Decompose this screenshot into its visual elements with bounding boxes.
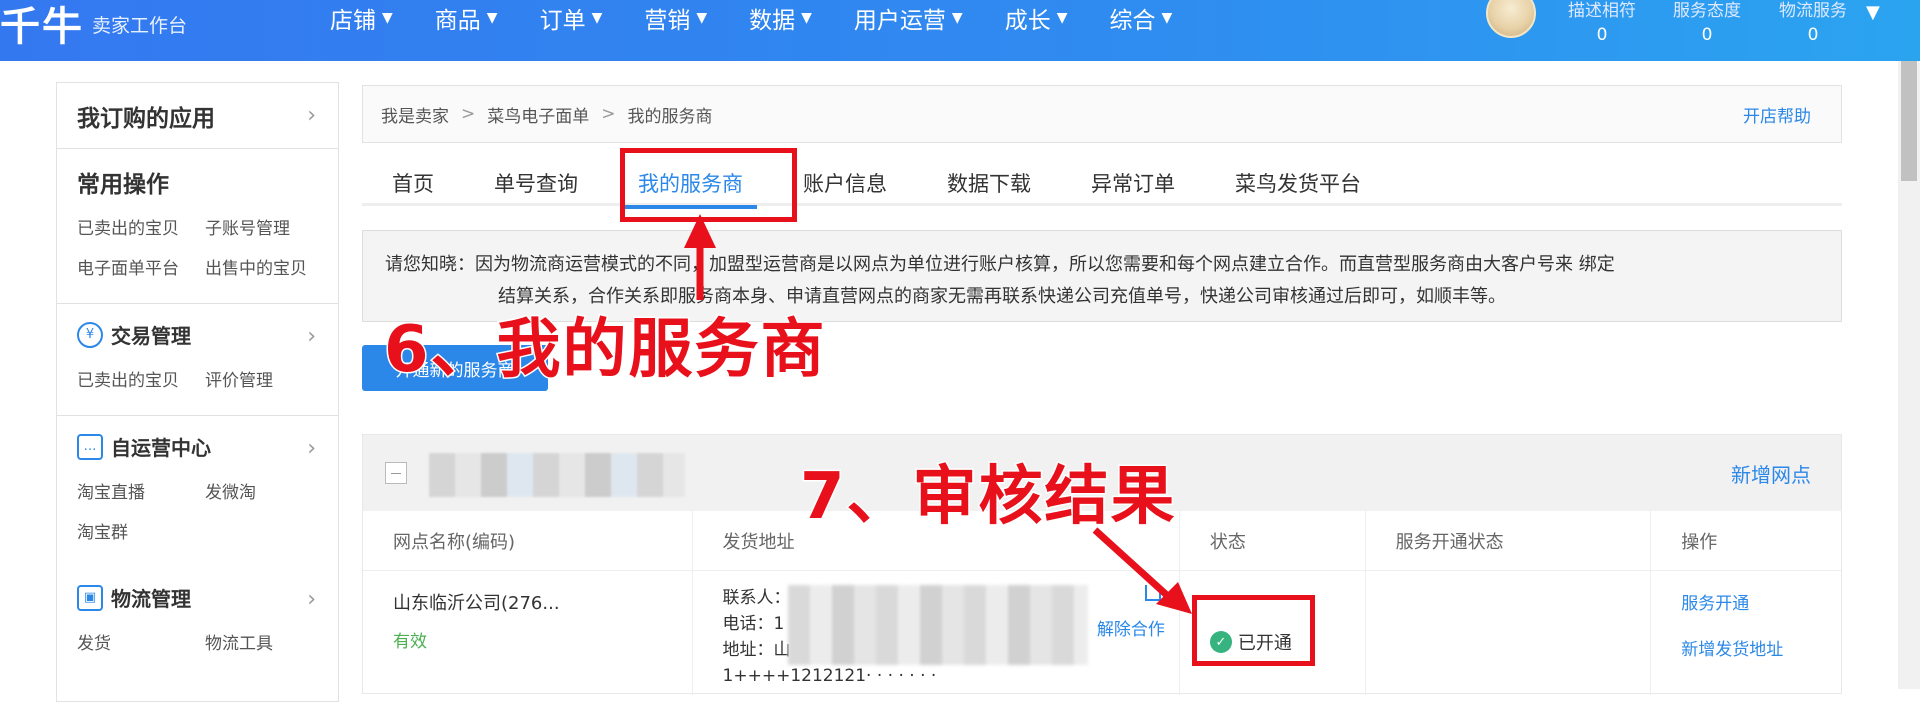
chevron-down-icon: ▼ [801,10,812,26]
trade-management: ¥ 交易管理 › 已卖出的宝贝 评价管理 [57,304,338,416]
subscribed-apps[interactable]: 我订购的应用 › [57,83,338,149]
annotation-step-6: 6、我的服务商 [383,312,827,389]
tab-cainiao-shipping[interactable]: 菜鸟发货平台 [1205,166,1391,206]
nav-data[interactable]: 数据 ▼ [749,0,812,36]
logistics-title[interactable]: ▣ 物流管理 [77,583,338,612]
trade-management-title[interactable]: ¥ 交易管理 [77,320,338,349]
common-actions: 常用操作 已卖出的宝贝 子账号管理 电子面单平台 出售中的宝贝 [57,149,338,304]
help-link[interactable]: 开店帮助 [1743,102,1811,127]
highlight-box-status [1192,595,1315,666]
highlight-box-tab [620,148,797,222]
chat-icon: … [77,433,103,460]
outlet-name: 山东临沂公司(276... [393,593,560,614]
scrollbar[interactable] [1898,61,1920,689]
tab-data-download[interactable]: 数据下载 [917,166,1061,206]
tab-exception-orders[interactable]: 异常订单 [1061,166,1205,206]
collapse-checkbox[interactable] [385,462,407,484]
chevron-down-icon: ▼ [1161,10,1173,26]
cell-actions: 服务开通 新增发货地址 [1651,571,1841,695]
link-on-sale-items[interactable]: 出售中的宝贝 [205,249,333,289]
breadcrumb: 我是卖家 > 菜鸟电子面单 > 我的服务商 开店帮助 [362,85,1842,143]
tab-home[interactable]: 首页 [362,166,464,206]
chevron-down-icon: ▼ [696,10,708,26]
logo-subtitle: 卖家工作台 [92,15,188,37]
redacted-provider-name [429,453,685,497]
link-ship[interactable]: 发货 [77,624,205,664]
tab-tracking-query[interactable]: 单号查询 [464,166,608,206]
breadcrumb-current: 我的服务商 [627,106,713,127]
table-row: 山东临沂公司(276... 有效 联系人： 电话：1 地址：山 1++++121… [363,571,1841,695]
add-outlet-link[interactable]: 新增网点 [1731,459,1811,488]
cell-outlet: 山东临沂公司(276... 有效 [363,571,693,695]
chevron-down-icon: ▼ [1056,10,1068,26]
col-outlet-name: 网点名称(编码) [363,511,693,570]
common-actions-title: 常用操作 [77,172,169,198]
link-sold-items-2[interactable]: 已卖出的宝贝 [77,361,205,401]
nav-marketing[interactable]: 营销 ▼ [644,0,707,36]
chevron-down-icon: ▼ [382,10,393,26]
logistics-management: ▣ 物流管理 › 发货 物流工具 [57,567,338,678]
link-sub-accounts[interactable]: 子账号管理 [205,209,333,249]
unbind-link[interactable]: 解除合作 [1097,615,1165,640]
notice-line-1: 请您知晓：因为物流商运营模式的不同，加盟型运营商是以网点为单位进行账户核算，所以… [385,254,1615,275]
logo[interactable]: 千牛 [0,0,84,52]
self-ops-title[interactable]: … 自运营中心 [77,432,338,461]
main-nav: 店铺 ▼ 商品 ▼ 订单 ▼ 营销 ▼ 数据 ▼ 用户运营 ▼ 成长 ▼ 综合 ▼ [330,0,1214,36]
link-sold-items[interactable]: 已卖出的宝贝 [77,209,205,249]
breadcrumb-separator: > [461,104,476,124]
link-taobao-live[interactable]: 淘宝直播 [77,473,205,513]
nav-general[interactable]: 综合 ▼ [1109,0,1172,36]
top-bar: 千牛 卖家工作台 店铺 ▼ 商品 ▼ 订单 ▼ 营销 ▼ 数据 ▼ 用户运营 ▼ 成长 ▼ 综… [0,0,1920,61]
nav-user-ops[interactable]: 用户运营 ▼ [854,0,963,36]
score-description: 描述相符 0 [1568,1,1636,45]
redacted-address [787,585,1088,665]
score-logistics: 物流服务 0 [1779,1,1847,45]
link-waybill-platform[interactable]: 电子面单平台 [77,249,205,289]
nav-orders[interactable]: 订单 ▼ [540,0,603,36]
tab-bar: 首页 单号查询 我的服务商 账户信息 数据下载 异常订单 菜鸟发货平台 [362,166,1842,209]
address-extra: 1++++1212121· · · · · · · [722,666,937,686]
chevron-right-icon: › [307,436,316,461]
nav-shop[interactable]: 店铺 ▼ [330,0,393,36]
self-ops-center: … 自运营中心 › 淘宝直播 发微淘 淘宝群 [57,416,338,567]
annotation-step-7: 7、审核结果 [799,459,1177,536]
cell-service-status [1366,571,1652,695]
col-service-status: 服务开通状态 [1366,511,1652,570]
cell-address: 联系人： 电话：1 地址：山 1++++1212121· · · · · · ·… [693,571,1180,695]
link-weitao[interactable]: 发微淘 [205,473,333,513]
breadcrumb-separator: > [601,104,616,124]
scrollbar-thumb[interactable] [1901,61,1917,181]
score-service: 服务态度 0 [1673,1,1741,45]
edit-icon[interactable] [1144,585,1161,601]
account-dropdown-icon[interactable]: ▼ [1866,2,1880,23]
link-taobao-group[interactable]: 淘宝群 [77,513,205,553]
breadcrumb-seller[interactable]: 我是卖家 [381,102,449,127]
validity-badge: 有效 [393,632,427,652]
nav-goods[interactable]: 商品 ▼ [435,0,498,36]
sidebar: 我订购的应用 › 常用操作 已卖出的宝贝 子账号管理 电子面单平台 出售中的宝贝… [56,82,339,702]
avatar[interactable] [1486,0,1536,38]
chevron-down-icon: ▼ [486,10,498,26]
chevron-right-icon: › [307,587,316,612]
nav-growth[interactable]: 成长 ▼ [1005,0,1068,36]
link-reviews[interactable]: 评价管理 [205,361,333,401]
truck-icon: ▣ [77,584,103,611]
chevron-down-icon: ▼ [591,10,603,26]
col-actions: 操作 [1681,531,1718,553]
link-logistics-tools[interactable]: 物流工具 [205,624,333,664]
yen-icon: ¥ [77,321,103,348]
breadcrumb-waybill[interactable]: 菜鸟电子面单 [487,102,589,127]
service-open-link[interactable]: 服务开通 [1681,589,1749,614]
chevron-right-icon: › [307,324,316,349]
col-status: 状态 [1180,511,1366,570]
add-ship-address-link[interactable]: 新增发货地址 [1681,635,1783,660]
chevron-down-icon: ▼ [951,10,963,26]
chevron-right-icon: › [307,103,316,128]
